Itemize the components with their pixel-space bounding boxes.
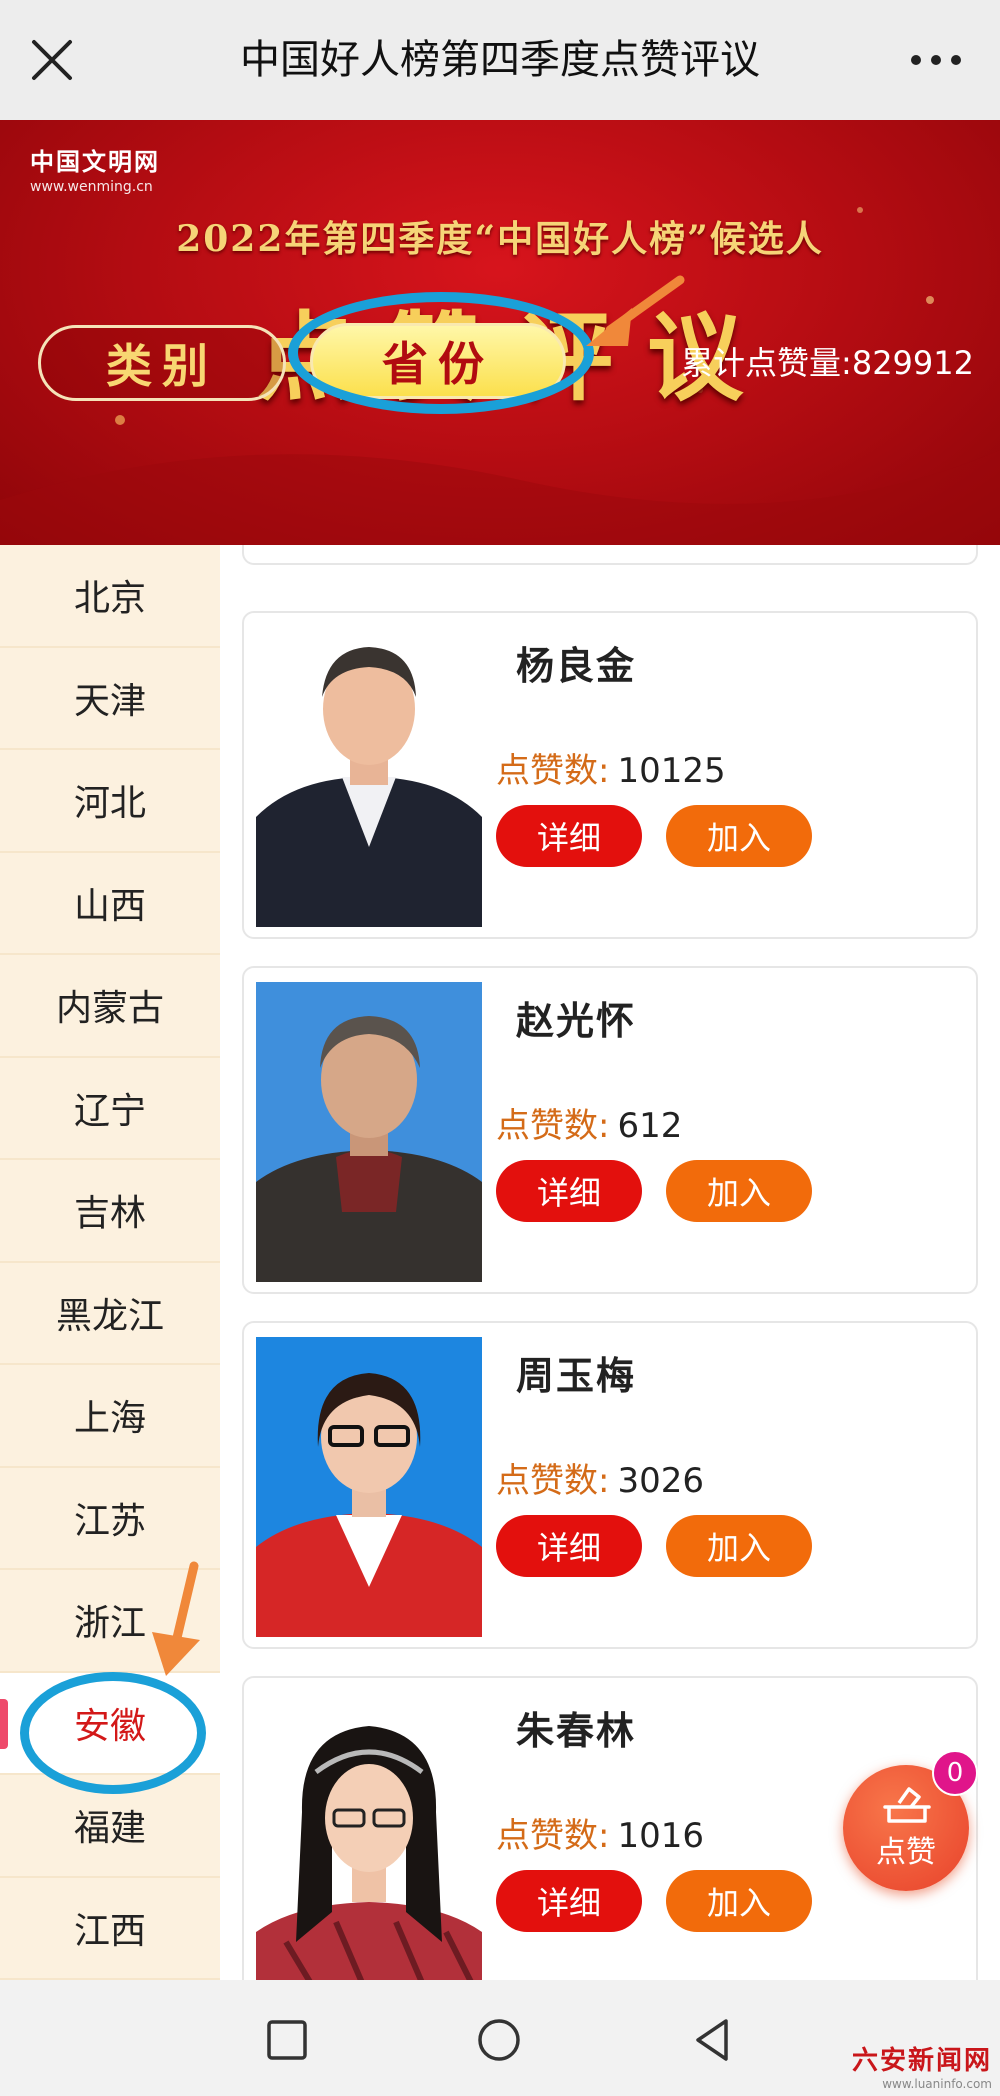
- detail-button[interactable]: 详细: [496, 1160, 642, 1222]
- like-count-label: 点赞数:: [496, 1106, 610, 1146]
- like-count-value: 3026: [617, 1461, 704, 1501]
- like-count-value: 1016: [617, 1816, 704, 1856]
- join-button[interactable]: 加入: [666, 1160, 812, 1222]
- like-count: 点赞数: 1016: [496, 1808, 704, 1857]
- like-count-label: 点赞数:: [496, 1461, 610, 1501]
- tab-category[interactable]: 类别: [38, 325, 286, 401]
- arrow-icon: [152, 1561, 200, 1676]
- sidebar-item-jiangxi[interactable]: 江西: [0, 1878, 220, 1980]
- detail-button[interactable]: 详细: [496, 1870, 642, 1932]
- candidate-list: 杨良金 点赞数:10125 详细 加入 赵光怀 点赞数:612 详细 加入: [220, 545, 1000, 1980]
- sidebar-item-jiangsu[interactable]: 江苏: [0, 1468, 220, 1570]
- candidate-card: 周玉梅 点赞数: 3026 详细 加入: [242, 1321, 978, 1649]
- join-button[interactable]: 加入: [666, 1870, 812, 1932]
- more-icon[interactable]: [906, 48, 966, 72]
- total-likes: 累计点赞量:829912: [681, 344, 974, 382]
- vote-count-badge: 0: [932, 1750, 978, 1796]
- vote-button-label: 点赞: [876, 1835, 936, 1870]
- ballot-icon: [883, 1787, 931, 1823]
- candidate-photo[interactable]: [256, 1692, 482, 1980]
- join-button[interactable]: 加入: [666, 1515, 812, 1577]
- candidate-name: 朱春林: [516, 1709, 637, 1753]
- sidebar-item-heilongjiang[interactable]: 黑龙江: [0, 1263, 220, 1365]
- page-title: 中国好人榜第四季度点赞评议: [240, 37, 760, 83]
- sidebar-item-shanghai[interactable]: 上海: [0, 1365, 220, 1468]
- site-logo: 中国文明网 www.wenming.cn: [30, 148, 160, 195]
- candidate-photo[interactable]: [256, 1337, 482, 1637]
- banner-subtitle: 2022年第四季度“中国好人榜”候选人: [176, 218, 824, 260]
- like-count-label: 点赞数:: [496, 751, 610, 791]
- detail-button[interactable]: 详细: [496, 805, 642, 867]
- candidate-name: 赵光怀: [516, 999, 637, 1043]
- candidate-card: 杨良金 点赞数: 10125 详细 加入: [242, 611, 978, 939]
- like-count: 点赞数: 10125: [496, 743, 726, 792]
- candidate-photo[interactable]: [256, 627, 482, 927]
- watermark: 六安新闻网 www.luaninfo.com: [851, 2046, 992, 2091]
- highlight-circle-province: [288, 292, 594, 414]
- like-count-value: 612: [617, 1106, 683, 1146]
- candidate-card: [242, 545, 978, 565]
- candidate-name: 周玉梅: [516, 1354, 637, 1398]
- system-nav-bar: [0, 1980, 1000, 2096]
- join-button[interactable]: 加入: [666, 805, 812, 867]
- home-icon[interactable]: [474, 2015, 524, 2065]
- back-icon[interactable]: [688, 2015, 738, 2065]
- sidebar-item-shanxi[interactable]: 山西: [0, 853, 220, 955]
- sidebar-item-jilin[interactable]: 吉林: [0, 1160, 220, 1263]
- candidate-name: 杨良金: [516, 644, 637, 688]
- highlight-circle-anhui: [20, 1672, 206, 1794]
- like-count-value: 10125: [617, 751, 726, 791]
- candidate-photo[interactable]: [256, 982, 482, 1282]
- candidate-card: 赵光怀 点赞数: 612 详细 加入: [242, 966, 978, 1294]
- detail-button[interactable]: 详细: [496, 1515, 642, 1577]
- like-count: 点赞数: 612: [496, 1098, 682, 1147]
- top-bar: 中国好人榜第四季度点赞评议: [0, 0, 1000, 120]
- like-count: 点赞数: 3026: [496, 1453, 704, 1502]
- sidebar-item-liaoning[interactable]: 辽宁: [0, 1058, 220, 1160]
- sidebar-item-tianjin[interactable]: 天津: [0, 648, 220, 750]
- like-count-label: 点赞数:: [496, 1816, 610, 1856]
- arrow-icon: [586, 275, 685, 346]
- sidebar-item-hebei[interactable]: 河北: [0, 750, 220, 853]
- recent-apps-icon[interactable]: [262, 2015, 312, 2065]
- sidebar-item-neimenggu[interactable]: 内蒙古: [0, 955, 220, 1058]
- sidebar-item-beijing[interactable]: 北京: [0, 545, 220, 648]
